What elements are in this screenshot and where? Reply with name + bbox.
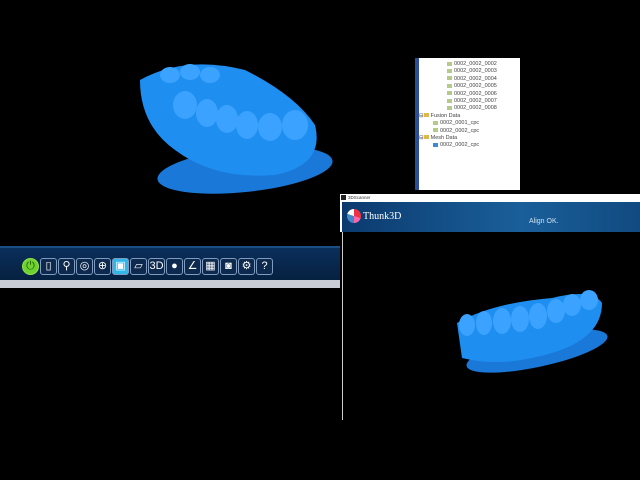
globe-button[interactable]: ⊕ bbox=[94, 258, 111, 275]
brand-name: Thunk3D bbox=[363, 211, 402, 222]
tree-item[interactable]: 0002_0002_0005 bbox=[419, 83, 520, 90]
point-cloud-icon bbox=[447, 98, 452, 103]
scanner-icon: ⚲ bbox=[62, 260, 71, 272]
folder-icon bbox=[423, 135, 429, 140]
tree-item[interactable]: 0002_0001_cpc bbox=[419, 120, 520, 127]
tree-item[interactable]: 0002_0002_0006 bbox=[419, 91, 520, 98]
save-icon: ▣ bbox=[115, 260, 126, 272]
window-header: Thunk3D Align OK. bbox=[340, 202, 640, 232]
help-button[interactable]: ? bbox=[256, 258, 273, 275]
status-message: Align OK. bbox=[529, 218, 559, 225]
point-cloud-icon bbox=[447, 105, 452, 110]
point-cloud-icon bbox=[447, 68, 452, 73]
mesh-icon: ● bbox=[171, 260, 178, 272]
calibrate-icon: ◎ bbox=[79, 260, 90, 272]
open-folder-icon: ▱ bbox=[134, 260, 143, 272]
tree-item[interactable]: 0002_0002_0003 bbox=[419, 68, 520, 75]
window-titlebar: 3DScanner bbox=[340, 194, 640, 202]
settings-icon: ⚙ bbox=[241, 260, 252, 272]
3d-view-icon: 3D bbox=[149, 260, 164, 272]
tree-item[interactable]: 0002_0002_0007 bbox=[419, 98, 520, 105]
dental-model-aligned[interactable] bbox=[452, 283, 612, 383]
project-tree[interactable]: 0002_0002_0002 0002_0002_0003 0002_0002_00… bbox=[415, 58, 520, 190]
camera-icon: ◙ bbox=[225, 260, 232, 272]
tree-item[interactable]: 0002_0002_cpc bbox=[419, 128, 520, 135]
camera-button[interactable]: ◙ bbox=[220, 258, 237, 275]
tree-item[interactable]: 0002_0002_0002 bbox=[419, 61, 520, 68]
point-cloud-icon bbox=[433, 128, 438, 133]
power-button[interactable]: ⏻ bbox=[22, 258, 39, 275]
globe-icon: ⊕ bbox=[97, 260, 108, 272]
new-file-icon: ▯ bbox=[45, 260, 52, 272]
point-cloud-icon bbox=[447, 83, 452, 88]
tree-item[interactable]: 0002_0002_0004 bbox=[419, 76, 520, 83]
dental-model-3d-view[interactable] bbox=[125, 55, 340, 200]
grid-button[interactable]: ▦ bbox=[202, 258, 219, 275]
align-button[interactable]: ∠ bbox=[184, 258, 201, 275]
align-icon: ∠ bbox=[187, 260, 198, 272]
main-toolbar: ⏻ ▯ ⚲ ◎ ⊕ ▣ ▱ 3D ● ∠ ▦ ◙ ⚙? bbox=[0, 246, 340, 281]
save-button[interactable]: ▣ bbox=[112, 258, 129, 275]
calibrate-button[interactable]: ◎ bbox=[76, 258, 93, 275]
point-cloud-icon bbox=[433, 120, 438, 125]
open-folder-button[interactable]: ▱ bbox=[130, 258, 147, 275]
mesh-icon bbox=[433, 142, 438, 147]
tree-item[interactable]: 0002_0002_cpc bbox=[419, 142, 520, 149]
tree-node-fusion-data[interactable]: ⊟ Fusion Data bbox=[419, 113, 520, 120]
3d-view-button[interactable]: 3D bbox=[148, 258, 165, 275]
thunk3d-logo-icon bbox=[347, 209, 361, 223]
settings-button[interactable]: ⚙ bbox=[238, 258, 255, 275]
point-cloud-icon bbox=[447, 76, 452, 81]
new-file-button[interactable]: ▯ bbox=[40, 258, 57, 275]
tree-node-mesh-data[interactable]: ⊟ Mesh Data bbox=[419, 135, 520, 142]
grid-icon: ▦ bbox=[205, 260, 216, 272]
tree-item[interactable]: 0002_0002_0008 bbox=[419, 105, 520, 112]
power-icon: ⏻ bbox=[26, 260, 35, 272]
point-cloud-icon bbox=[447, 91, 452, 96]
app-icon bbox=[341, 195, 346, 200]
help-icon: ? bbox=[261, 260, 268, 272]
point-cloud-icon bbox=[447, 61, 452, 66]
status-strip bbox=[0, 280, 340, 288]
mesh-button[interactable]: ● bbox=[166, 258, 183, 275]
scanner-button[interactable]: ⚲ bbox=[58, 258, 75, 275]
folder-icon bbox=[423, 113, 429, 118]
